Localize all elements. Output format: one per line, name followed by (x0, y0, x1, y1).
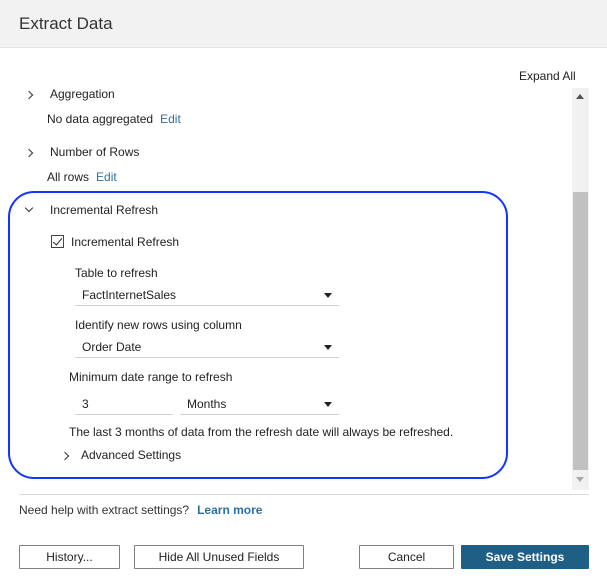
aggregation-summary: No data aggregated Edit (47, 112, 181, 126)
refresh-note: The last 3 months of data from the refre… (69, 425, 454, 439)
divider (19, 494, 589, 495)
min-range-unit-select[interactable]: Months (180, 393, 339, 415)
dropdown-caret-icon (324, 345, 332, 350)
incremental-refresh-checkbox-label[interactable]: Incremental Refresh (71, 235, 179, 249)
dropdown-caret-icon (324, 402, 332, 407)
learn-more-link[interactable]: Learn more (197, 503, 262, 517)
identify-column-label: Identify new rows using column (75, 318, 242, 332)
chevron-right-icon (25, 87, 39, 101)
dialog-titlebar: Extract Data (0, 0, 607, 48)
incremental-refresh-checkbox[interactable] (51, 235, 64, 248)
scroll-thumb[interactable] (573, 192, 588, 470)
section-aggregation-title: Aggregation (50, 87, 115, 101)
section-rows-header[interactable]: Number of Rows (25, 145, 139, 159)
help-text: Need help with extract settings? (19, 503, 190, 517)
dropdown-caret-icon (324, 293, 332, 298)
hide-unused-fields-button[interactable]: Hide All Unused Fields (134, 545, 304, 569)
identify-column-value: Order Date (82, 340, 142, 354)
advanced-settings-label: Advanced Settings (81, 448, 182, 462)
aggregation-edit-link[interactable]: Edit (160, 112, 181, 126)
scroll-down-icon[interactable] (576, 477, 584, 482)
rows-summary-text: All rows (47, 170, 90, 184)
section-aggregation-header[interactable]: Aggregation (25, 87, 115, 101)
rows-edit-link[interactable]: Edit (96, 170, 117, 184)
section-rows-title: Number of Rows (50, 145, 140, 159)
identify-column-select[interactable]: Order Date (75, 336, 339, 358)
table-to-refresh-select[interactable]: FactInternetSales (75, 284, 339, 306)
scrollbar[interactable] (572, 88, 589, 490)
table-to-refresh-label: Table to refresh (75, 266, 158, 280)
section-incremental-title: Incremental Refresh (50, 203, 159, 217)
min-range-unit-value: Months (187, 397, 227, 411)
cancel-button[interactable]: Cancel (359, 545, 454, 569)
chevron-right-icon (61, 448, 75, 462)
scroll-up-icon[interactable] (576, 94, 584, 99)
history-button[interactable]: History... (19, 545, 120, 569)
save-settings-button[interactable]: Save Settings (461, 545, 589, 569)
rows-summary: All rows Edit (47, 170, 117, 184)
expand-all-link[interactable]: Expand All (519, 69, 576, 83)
aggregation-summary-text: No data aggregated (47, 112, 154, 126)
help-row: Need help with extract settings? Learn mo… (19, 503, 262, 517)
section-incremental-header[interactable]: Incremental Refresh (25, 203, 158, 217)
chevron-down-icon (25, 203, 39, 217)
min-range-input[interactable] (75, 393, 173, 415)
dialog-title: Extract Data (19, 14, 113, 33)
table-to-refresh-value: FactInternetSales (82, 288, 177, 302)
min-range-label: Minimum date range to refresh (69, 370, 233, 384)
chevron-right-icon (25, 145, 39, 159)
advanced-settings-header[interactable]: Advanced Settings (61, 448, 181, 462)
